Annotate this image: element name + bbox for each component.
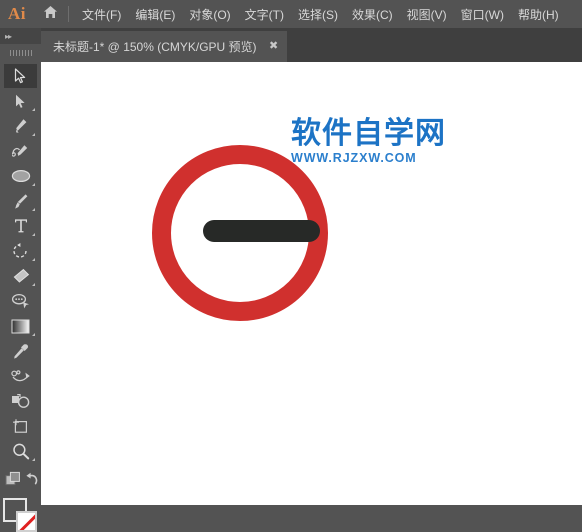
tool-direct-selection[interactable] [4,89,37,113]
document-tab-title: 未标题-1* @ 150% (CMYK/GPU 预览) [53,40,257,54]
document-tab[interactable]: 未标题-1* @ 150% (CMYK/GPU 预览) ✖ [41,31,287,62]
menu-help[interactable]: 帮助(H) [511,0,566,28]
home-button[interactable] [34,0,66,28]
arrow-cursor-icon [14,68,27,84]
tool-artboard[interactable] [4,414,37,438]
watermark: 软件自学网 WWW.RJZXW.COM [291,118,446,166]
rotate-icon [12,243,29,259]
watermark-title: 软件自学网 [291,116,446,151]
menu-effect[interactable]: 效果(C) [345,0,400,28]
tool-eyedropper[interactable] [4,339,37,363]
paintbrush-icon [13,193,29,210]
tool-ellipse[interactable] [4,164,37,188]
flyout-indicator-icon [32,283,35,286]
eyedropper-icon [13,343,29,360]
menu-bar: Ai 文件(F) 编辑(E) 对象(O) 文字(T) 选择(S) 效果(C) 视… [0,0,582,28]
tool-shape-builder[interactable] [4,389,37,413]
pen-icon [13,118,28,134]
grip-dots-icon [9,50,32,56]
menu-object[interactable]: 对象(O) [182,0,237,28]
document-canvas[interactable]: 软件自学网 WWW.RJZXW.COM [41,62,582,505]
stroke-color-swatch[interactable] [16,511,37,532]
blend-icon [10,369,31,384]
shape-builder-icon [11,393,31,409]
tool-blend[interactable] [4,364,37,388]
flyout-indicator-icon [32,208,35,211]
eraser-icon [12,268,30,284]
screen-mode-button[interactable] [2,470,24,492]
fill-stroke-swatches [3,498,39,532]
flyout-indicator-icon [32,233,35,236]
tool-type[interactable] [4,214,37,238]
flyout-indicator-icon [32,183,35,186]
tool-pen[interactable] [4,114,37,138]
close-icon[interactable]: ✖ [267,40,281,54]
gradient-icon [11,319,30,334]
menu-type[interactable]: 文字(T) [238,0,291,28]
toolbar-drag-handle[interactable] [0,44,41,62]
undo-arrow-icon [24,472,39,491]
tool-curvature[interactable] [4,139,37,163]
lasso-icon [11,293,30,309]
flyout-indicator-icon [32,133,35,136]
ellipse-icon [11,169,31,183]
no-entry-bar-shape[interactable] [203,220,320,242]
direct-select-icon [15,94,26,109]
tools-panel [0,62,41,532]
screen-mode-icon [5,471,21,492]
tool-paintbrush[interactable] [4,189,37,213]
artboard-icon [12,418,29,434]
menu-file[interactable]: 文件(F) [75,0,128,28]
flyout-indicator-icon [32,333,35,336]
menu-edit[interactable]: 编辑(E) [128,0,182,28]
flyout-indicator-icon [32,458,35,461]
tool-rotate[interactable] [4,239,37,263]
menu-view[interactable]: 视图(V) [400,0,454,28]
type-icon [14,218,28,234]
menu-window[interactable]: 窗口(W) [454,0,511,28]
home-icon [43,5,58,24]
flyout-indicator-icon [32,108,35,111]
none-slash-icon [18,513,35,530]
ai-logo: Ai [8,4,26,23]
magnifier-icon [12,443,30,460]
flyout-indicator-icon [32,258,35,261]
panel-expand-button[interactable]: ▸▸ [0,28,41,44]
artboard[interactable]: 软件自学网 WWW.RJZXW.COM [41,62,582,505]
tool-eraser[interactable] [4,264,37,288]
document-tab-bar: ▸▸ 未标题-1* @ 150% (CMYK/GPU 预览) ✖ [0,28,582,62]
tool-zoom[interactable] [4,439,37,463]
menubar-divider [68,6,69,22]
tool-gradient[interactable] [4,314,37,338]
edit-toolbar-button[interactable] [22,470,40,492]
watermark-url: WWW.RJZXW.COM [291,150,417,165]
tool-lasso[interactable] [4,289,37,313]
curvature-pen-icon [11,143,30,159]
tool-selection[interactable] [4,64,37,88]
menu-select[interactable]: 选择(S) [291,0,345,28]
